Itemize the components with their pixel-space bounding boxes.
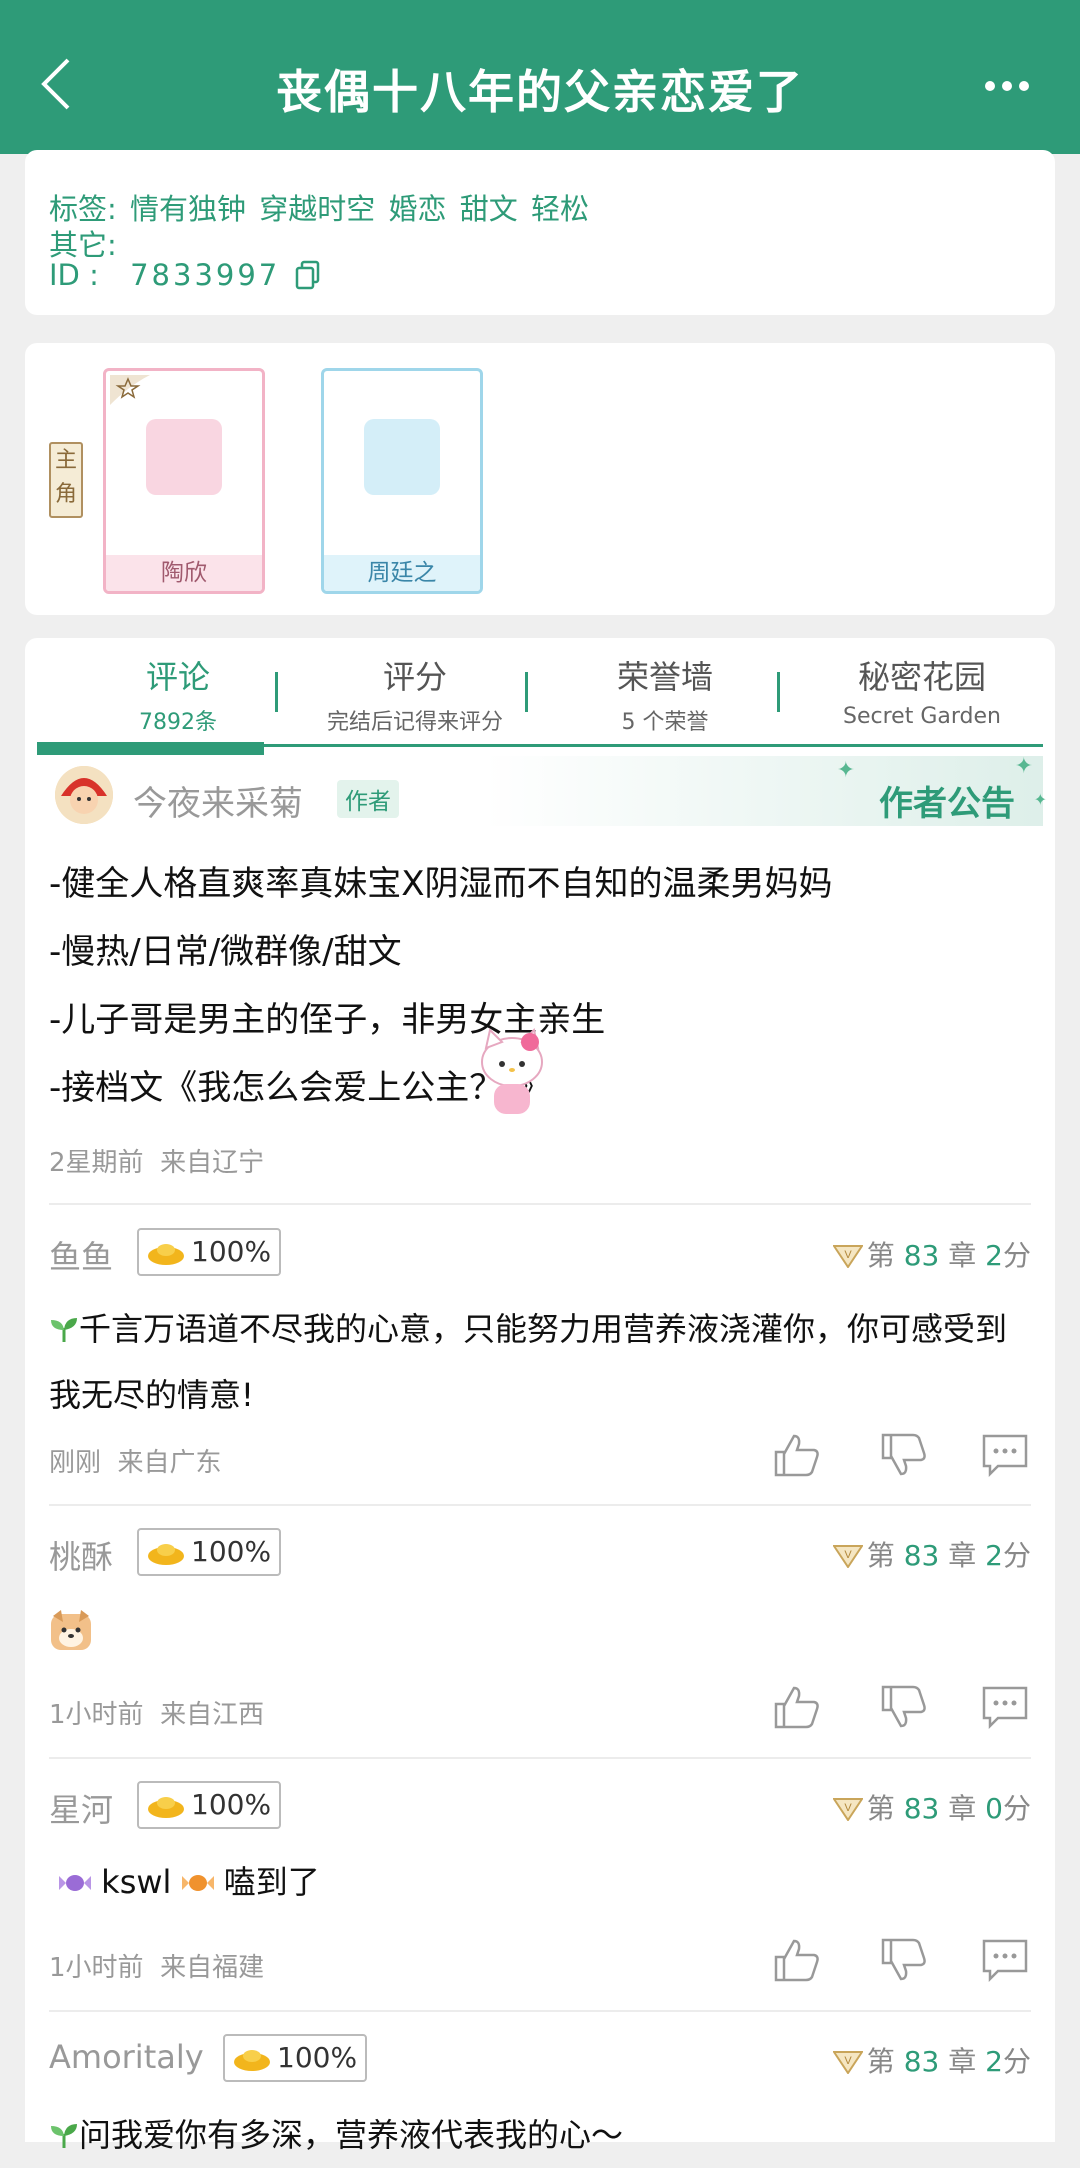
characters-card: 主角 陶欣 周廷之 [25, 343, 1055, 615]
tag[interactable]: 情有独钟 [130, 192, 246, 226]
character-avatar [364, 419, 440, 495]
author-badge: 作者 [337, 780, 399, 818]
copy-icon[interactable] [295, 260, 321, 290]
comments-card: 评论 7892条 评分 完结后记得来评分 荣誉墙 5 个荣誉 秘密花园 Secret G… [25, 638, 1055, 2154]
divider [49, 2010, 1031, 2012]
reply-icon[interactable] [980, 1684, 1030, 1730]
avatar[interactable] [55, 766, 113, 824]
sparkle-icon: ✦ [836, 758, 855, 783]
tag[interactable]: 穿越时空 [259, 192, 375, 226]
comment-meta: 1小时前 来自江西 [49, 1700, 265, 1730]
v-badge-icon: V [832, 1545, 863, 1568]
divider [49, 1504, 1031, 1506]
notice-line: -健全人格直爽率真妹宝X阴湿而不自知的温柔男妈妈 [49, 864, 833, 904]
character-card[interactable]: 陶欣 [103, 368, 265, 594]
tab-rating[interactable]: 评分 完结后记得来评分 [295, 652, 535, 736]
gold-ingot-icon [234, 2050, 270, 2071]
page-title: 丧偶十八年的父亲恋爱了 [276, 65, 804, 119]
gold-badge: 100% [137, 1528, 282, 1576]
svg-text:V: V [844, 1802, 852, 1814]
v-badge-icon: V [832, 1245, 863, 1268]
star-icon [110, 375, 150, 405]
commenter-name[interactable]: 鱼鱼 [49, 1232, 113, 1278]
author-notice-header: 今夜来采菊 作者 ✦ ✦ ✦ 作者公告 [25, 754, 1055, 836]
svg-text:V: V [844, 1249, 852, 1261]
divider [49, 1203, 1031, 1205]
tag[interactable]: 婚恋 [388, 192, 446, 226]
chapter-score: V第 83 章 2分 [832, 2040, 1031, 2080]
sparkle-icon: ✦ [1033, 790, 1047, 809]
id-label: ID : [49, 258, 99, 292]
commenter-name[interactable]: Amoritaly [49, 2038, 204, 2076]
tab-bar: 评论 7892条 评分 完结后记得来评分 荣誉墙 5 个荣誉 秘密花园 Secret G… [25, 638, 1055, 755]
gold-ingot-icon [148, 1797, 184, 1818]
main-role-badge: 主角 [49, 442, 83, 518]
tags-label: 标签: [49, 192, 117, 226]
dislike-icon[interactable] [879, 1684, 929, 1730]
chapter-score: V第 83 章 2分 [832, 1534, 1031, 1574]
notice-line: -慢热/日常/微群像/甜文 [49, 932, 402, 972]
tab-comments[interactable]: 评论 7892条 [83, 652, 273, 736]
like-icon[interactable] [772, 1432, 822, 1478]
top-bar: 丧偶十八年的父亲恋爱了 [0, 0, 1080, 154]
more-options-icon[interactable] [984, 76, 1030, 96]
character-name: 周廷之 [324, 555, 480, 591]
character-avatar [146, 419, 222, 495]
dog-emoji-icon [51, 1610, 91, 1650]
divider [49, 1757, 1031, 1759]
like-icon[interactable] [772, 1684, 822, 1730]
tab-separator [777, 672, 780, 712]
notice-meta: 2星期前 来自辽宁 [49, 1142, 264, 1179]
dislike-icon[interactable] [879, 1432, 929, 1478]
sprout-icon [51, 1318, 77, 1342]
tag[interactable]: 轻松 [531, 192, 589, 226]
like-icon[interactable] [772, 1937, 822, 1983]
character-name: 陶欣 [106, 555, 262, 591]
comment-meta: 刚刚 来自广东 [49, 1448, 222, 1478]
svg-text:V: V [844, 1549, 852, 1561]
svg-text:V: V [844, 2055, 852, 2067]
hello-kitty-sticker-icon [481, 1028, 543, 1114]
notice-location: 来自辽宁 [160, 1148, 265, 1178]
reply-icon[interactable] [980, 1432, 1030, 1478]
comment-meta: 1小时前 来自福建 [49, 1953, 265, 1983]
reply-icon[interactable] [980, 1937, 1030, 1983]
tag[interactable]: 甜文 [460, 192, 518, 226]
notice-title: 作者公告 [879, 784, 1015, 824]
other-label: 其它: [49, 228, 117, 262]
tab-secret-garden[interactable]: 秘密花园 Secret Garden [797, 652, 1047, 729]
book-id: 7833997 [130, 258, 281, 292]
gold-ingot-icon [148, 1244, 184, 1265]
chapter-score: V第 83 章 0分 [832, 1787, 1031, 1827]
chapter-score: V第 83 章 2分 [832, 1234, 1031, 1274]
gold-badge: 100% [223, 2034, 368, 2082]
v-badge-icon: V [832, 1798, 863, 1821]
tab-honors[interactable]: 荣誉墙 5 个荣誉 [545, 652, 785, 736]
sparkle-icon: ✦ [1014, 754, 1033, 779]
notice-time: 2星期前 [49, 1148, 144, 1178]
tags-row: 标签: 情有独钟 穿越时空 婚恋 甜文 轻松 [49, 186, 589, 228]
active-tab-indicator [37, 742, 264, 755]
comment-text: kswl 嗑到了 [59, 1849, 1039, 1915]
book-info-card: 标签: 情有独钟 穿越时空 婚恋 甜文 轻松 其它: ID : 7833997 [25, 150, 1055, 315]
gold-ingot-icon [148, 1544, 184, 1565]
dislike-icon[interactable] [879, 1937, 929, 1983]
purple-candy-icon [59, 1875, 91, 1891]
author-name[interactable]: 今夜来采菊 [133, 776, 303, 825]
commenter-name[interactable]: 桃酥 [49, 1532, 113, 1578]
commenter-name[interactable]: 星河 [49, 1785, 113, 1831]
comment-text: 千言万语道不尽我的心意，只能努力用营养液浇灌你，你可感受到我无尽的情意! [49, 1310, 1008, 1414]
id-row: ID : 7833997 [49, 258, 321, 292]
tab-separator [525, 672, 528, 712]
character-card[interactable]: 周廷之 [321, 368, 483, 594]
gold-badge: 100% [137, 1781, 282, 1829]
v-badge-icon: V [832, 2051, 863, 2074]
orange-candy-icon [181, 1875, 214, 1891]
gold-badge: 100% [137, 1228, 282, 1276]
comment-text: 问我爱你有多深，营养液代表我的心～ [49, 2102, 1029, 2168]
tab-separator [275, 672, 278, 712]
sprout-icon [51, 2124, 77, 2148]
